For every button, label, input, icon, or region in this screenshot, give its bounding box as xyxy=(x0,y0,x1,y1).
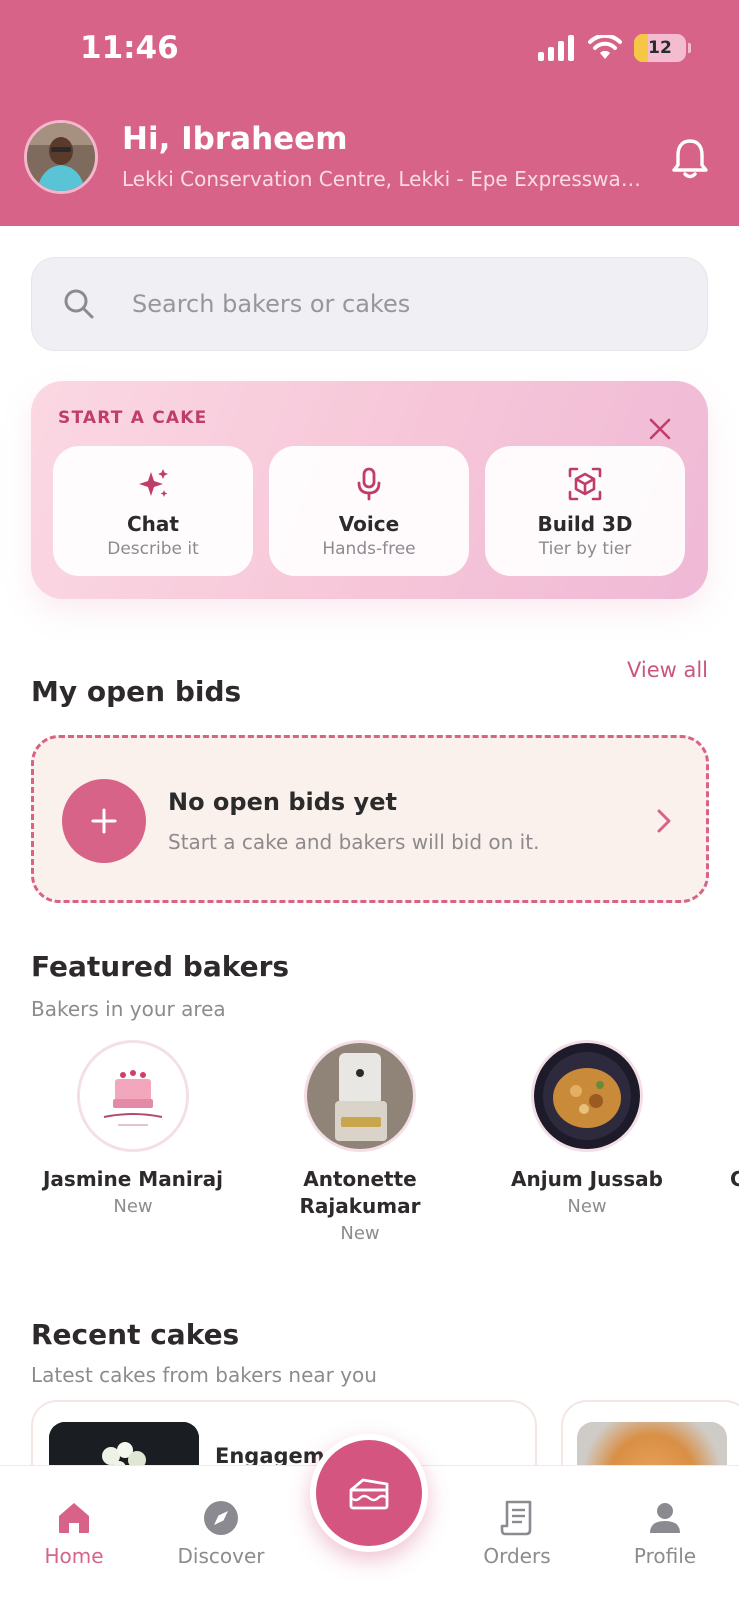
baker-avatar xyxy=(304,1040,416,1152)
start-option-build-3d[interactable]: Build 3D Tier by tier xyxy=(485,446,685,576)
start-cake-card: START A CAKE Chat Describe it Voice Hand… xyxy=(31,381,708,599)
signal-icon xyxy=(538,35,574,61)
no-bids-title: No open bids yet xyxy=(168,788,397,816)
battery-tip xyxy=(688,43,691,53)
option-title: Voice xyxy=(338,512,400,536)
start-option-voice[interactable]: Voice Hands-free xyxy=(269,446,469,576)
compass-icon xyxy=(204,1501,238,1535)
nav-discover[interactable]: Discover xyxy=(166,1499,276,1568)
recent-cakes-subtitle: Latest cakes from bakers near you xyxy=(31,1363,377,1387)
view-all-bids-link[interactable]: View all xyxy=(627,658,708,682)
wifi-icon xyxy=(588,35,622,59)
featured-bakers-subtitle: Bakers in your area xyxy=(31,997,226,1021)
baker-card[interactable]: Anjum Jussab New xyxy=(487,1040,687,1217)
sparkles-icon xyxy=(139,469,168,497)
baker-status: New xyxy=(340,1223,380,1244)
baker-status: New xyxy=(113,1196,153,1217)
option-title: Chat xyxy=(127,512,179,536)
baker-logo-image xyxy=(80,1043,186,1149)
baker-name: Antonette Rajakumar xyxy=(299,1167,421,1218)
nav-label: Home xyxy=(44,1544,104,1568)
close-icon[interactable] xyxy=(648,417,672,441)
no-bids-subtitle: Start a cake and bakers will bid on it. xyxy=(168,830,540,854)
nav-home[interactable]: Home xyxy=(19,1499,129,1568)
receipt-icon xyxy=(500,1500,532,1536)
home-icon xyxy=(59,1503,89,1533)
nav-label: Orders xyxy=(483,1544,551,1568)
app-header: 11:46 12 Hi, Ibraheem Lekki Conservation… xyxy=(0,0,739,226)
nav-orders[interactable]: Orders xyxy=(462,1499,572,1568)
baker-cake-photo xyxy=(307,1043,413,1149)
baker-food-photo xyxy=(534,1043,640,1149)
open-bids-title: My open bids xyxy=(31,675,242,708)
nav-profile[interactable]: Profile xyxy=(610,1499,720,1568)
search-icon xyxy=(64,289,94,319)
option-subtitle: Tier by tier xyxy=(538,539,632,559)
nav-label: Discover xyxy=(177,1544,265,1568)
baker-avatar xyxy=(531,1040,643,1152)
baker-status: New xyxy=(567,1196,607,1217)
avatar-photo xyxy=(27,123,95,191)
option-subtitle: Hands-free xyxy=(322,539,416,559)
delivery-address[interactable]: Lekki Conservation Centre, Lekki - Epe E… xyxy=(122,167,650,191)
baker-name: Anjum Jussab xyxy=(511,1167,663,1191)
search-bar[interactable]: Search bakers or cakes xyxy=(31,257,708,351)
cake-icon xyxy=(349,1478,389,1510)
chevron-right-icon xyxy=(657,809,671,833)
baker-name-partial[interactable]: C xyxy=(730,1167,739,1191)
option-subtitle: Describe it xyxy=(107,539,199,559)
start-cake-plus-button[interactable] xyxy=(62,779,146,863)
status-icons: 12 xyxy=(538,34,691,62)
person-icon xyxy=(650,1503,680,1533)
option-title: Build 3D xyxy=(537,512,633,536)
baker-avatar xyxy=(77,1040,189,1152)
baker-card[interactable]: Jasmine Maniraj New xyxy=(33,1040,233,1217)
microphone-icon xyxy=(357,467,381,501)
bell-icon[interactable] xyxy=(670,136,710,180)
plus-icon xyxy=(91,808,117,834)
baker-name: Jasmine Maniraj xyxy=(42,1167,223,1191)
start-cake-title: START A CAKE xyxy=(58,408,208,428)
baker-card[interactable]: Antonette Rajakumar New xyxy=(260,1040,460,1244)
search-placeholder[interactable]: Search bakers or cakes xyxy=(132,290,410,318)
create-cake-button[interactable] xyxy=(310,1434,428,1552)
user-avatar[interactable] xyxy=(24,120,98,194)
nav-label: Profile xyxy=(633,1544,697,1568)
featured-bakers-title: Featured bakers xyxy=(31,950,290,983)
recent-cakes-title: Recent cakes xyxy=(31,1318,240,1351)
start-option-chat[interactable]: Chat Describe it xyxy=(53,446,253,576)
battery-indicator: 12 xyxy=(634,34,686,62)
open-bids-empty-state[interactable]: No open bids yet Start a cake and bakers… xyxy=(31,735,709,903)
greeting-text: Hi, Ibraheem xyxy=(122,121,348,157)
cube-3d-icon xyxy=(568,467,602,501)
status-time: 11:46 xyxy=(80,30,179,66)
